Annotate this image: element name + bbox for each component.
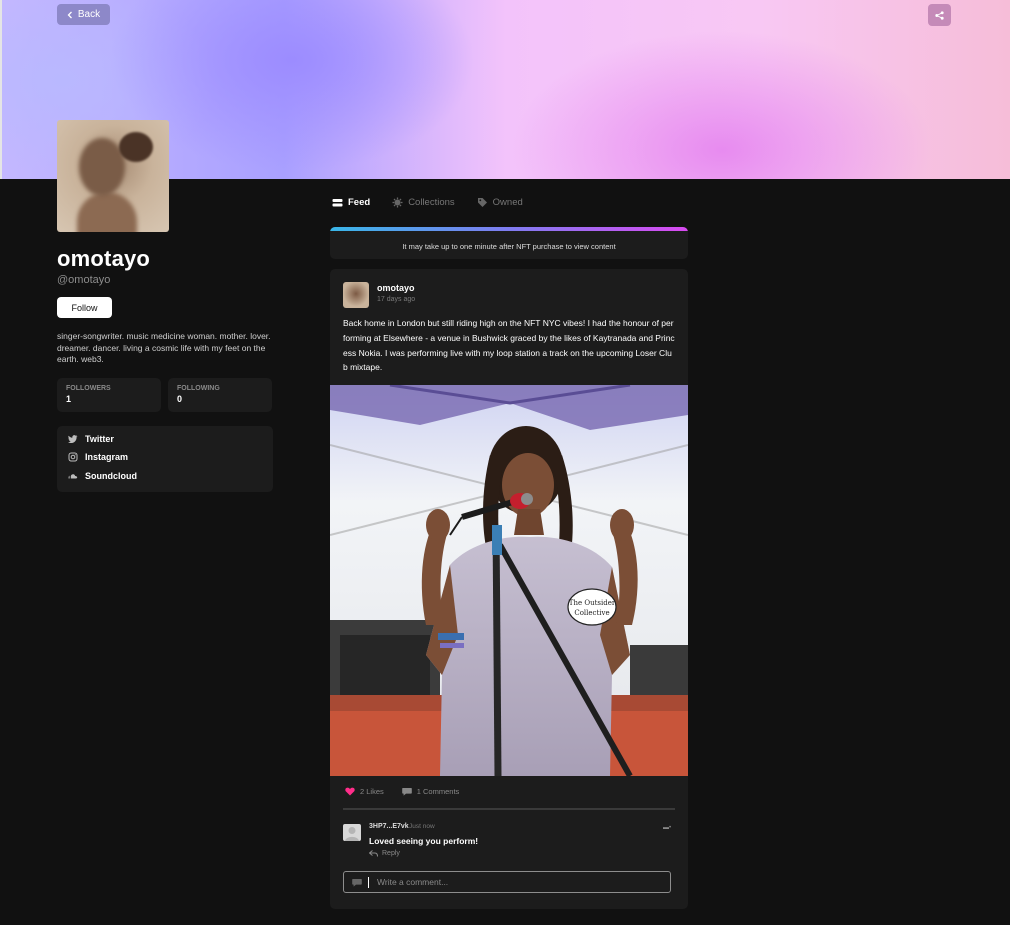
- svg-text:Collective: Collective: [574, 609, 609, 617]
- post-divider: [343, 808, 675, 810]
- tab-feed-label: Feed: [348, 197, 371, 208]
- comment-input-icon: [352, 878, 362, 887]
- social-link-soundcloud[interactable]: Soundcloud: [68, 471, 137, 481]
- comment-input[interactable]: [375, 876, 669, 888]
- comment-timestamp: Just now: [409, 823, 435, 830]
- tag-icon: [477, 198, 487, 207]
- share-icon: [935, 10, 944, 20]
- performer-photo: The Outsider Collective: [330, 385, 688, 776]
- share-button[interactable]: [928, 4, 951, 26]
- feed-post: omotayo 17 days ago Back home in London …: [330, 269, 688, 909]
- text-caret: [368, 876, 369, 888]
- post-text: Back home in London but still riding hig…: [343, 318, 675, 373]
- comments-count: 1 Comments: [416, 787, 460, 796]
- feed-icon: [332, 199, 343, 207]
- comments-button[interactable]: 1 Comments: [401, 787, 460, 796]
- instagram-icon: [68, 452, 78, 462]
- reply-button[interactable]: Reply: [369, 850, 400, 857]
- notice-text: It may take up to one minute after NFT p…: [402, 242, 616, 251]
- back-button[interactable]: Back: [57, 4, 110, 25]
- profile-name: omotayo: [57, 246, 151, 271]
- social-link-twitter[interactable]: Twitter: [68, 434, 114, 444]
- comment-options-button[interactable]: ▬•: [663, 825, 671, 831]
- tab-feed[interactable]: Feed: [332, 197, 370, 208]
- nft-notice: It may take up to one minute after NFT p…: [330, 227, 688, 259]
- post-author-avatar[interactable]: [343, 282, 369, 308]
- post-timestamp: 17 days ago: [377, 296, 416, 303]
- tab-collections-label: Collections: [408, 197, 455, 208]
- comment-input-box[interactable]: [343, 871, 671, 893]
- comment-icon: [401, 788, 412, 796]
- tab-owned-label: Owned: [492, 197, 523, 208]
- reply-label: Reply: [382, 850, 400, 857]
- twitter-icon: [68, 435, 78, 444]
- comment-text: Loved seeing you perform!: [369, 836, 479, 846]
- soundcloud-icon: [68, 474, 78, 479]
- tab-collections[interactable]: Collections: [392, 197, 455, 208]
- soundcloud-label: Soundcloud: [85, 471, 137, 481]
- instagram-label: Instagram: [85, 452, 129, 462]
- comment-username[interactable]: 3HP7...E7vk: [369, 823, 409, 830]
- reply-icon: [369, 850, 378, 857]
- profile-avatar: [57, 120, 169, 232]
- followers-label: FOLLOWERS: [66, 385, 111, 392]
- following-label: FOLLOWING: [177, 385, 220, 392]
- twitter-label: Twitter: [85, 434, 114, 444]
- heart-icon: [345, 787, 355, 796]
- user-placeholder-icon: [345, 827, 359, 841]
- svg-text:The Outsider: The Outsider: [569, 599, 616, 607]
- profile-handle: @omotayo: [57, 274, 111, 286]
- followers-count: 1: [66, 394, 72, 404]
- following-stat[interactable]: FOLLOWING 0: [168, 378, 272, 412]
- social-links: Twitter Instagram Soundcloud: [57, 426, 273, 492]
- post-actions: 2 Likes 1 Comments: [345, 787, 459, 796]
- post-author-name[interactable]: omotayo: [377, 283, 415, 293]
- notice-gradient-bar: [330, 227, 688, 231]
- likes-count: 2 Likes: [360, 787, 384, 796]
- follow-button[interactable]: Follow: [57, 297, 112, 318]
- followers-stat[interactable]: FOLLOWERS 1: [57, 378, 161, 412]
- comment-user-avatar[interactable]: [343, 824, 361, 841]
- following-count: 0: [177, 394, 183, 404]
- chevron-left-icon: [67, 11, 72, 18]
- like-button[interactable]: 2 Likes: [345, 787, 384, 796]
- profile-bio: singer-songwriter. music medicine woman.…: [57, 331, 271, 364]
- tab-owned[interactable]: Owned: [477, 197, 523, 208]
- collections-icon: [392, 197, 403, 208]
- profile-tabs: Feed Collections Owned: [332, 197, 523, 208]
- back-button-label: Back: [77, 9, 101, 20]
- post-image[interactable]: The Outsider Collective: [330, 385, 688, 776]
- social-link-instagram[interactable]: Instagram: [68, 452, 128, 462]
